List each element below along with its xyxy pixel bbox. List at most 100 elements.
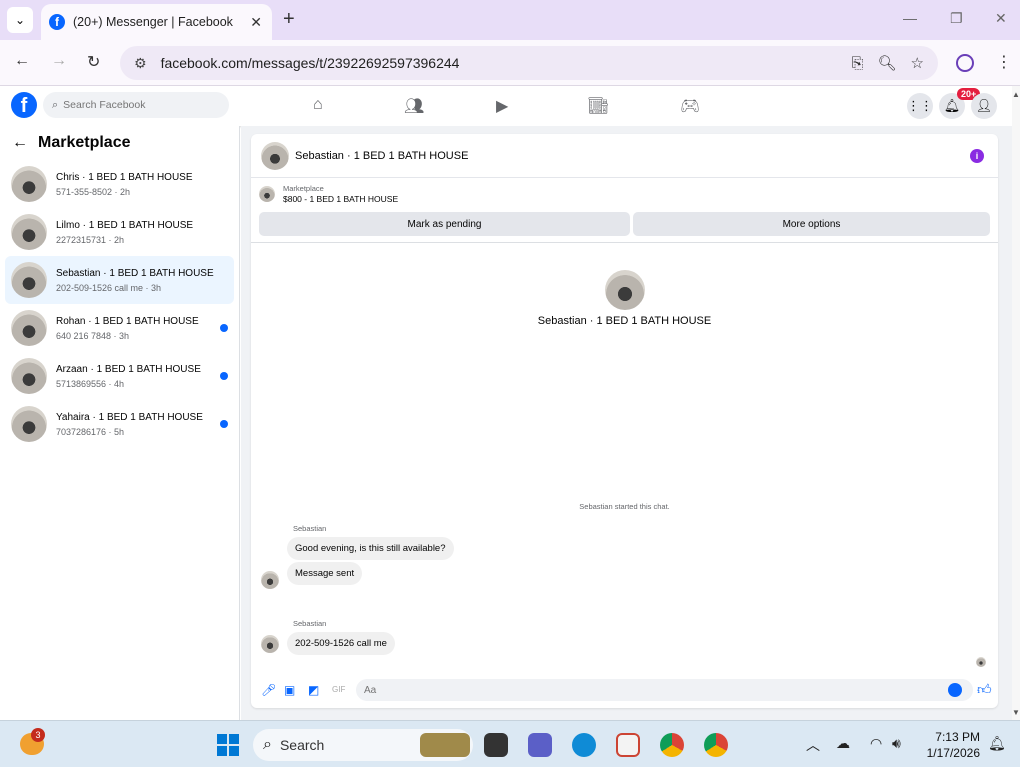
- zoom-icon[interactable]: 🔍︎: [878, 54, 897, 72]
- conversation-name: Yahaira · 1 BED 1 BATH HOUSE: [56, 411, 203, 423]
- task-view-icon[interactable]: [484, 733, 508, 757]
- sender-avatar[interactable]: [261, 635, 279, 653]
- conversation-preview: 7037286176 · 5h: [56, 426, 125, 437]
- thumbs-up-icon[interactable]: 👍︎: [977, 681, 992, 698]
- unread-dot: [220, 372, 228, 380]
- message-bubble[interactable]: Message sent: [287, 562, 363, 585]
- account-avatar[interactable]: 👤︎: [971, 93, 997, 119]
- marketplace-listing[interactable]: Marketplace $800 - 1 BED 1 BATH HOUSE: [259, 184, 398, 204]
- listing-thumbnail: [259, 186, 275, 202]
- tab-search-button[interactable]: ⌄: [7, 7, 33, 33]
- back-arrow-icon[interactable]: ←: [14, 52, 30, 70]
- onedrive-icon[interactable]: ☁: [836, 735, 850, 752]
- taskbar-search-label: Search: [279, 737, 325, 753]
- conversation-item[interactable]: Rohan · 1 BED 1 BATH HOUSE 640 216 7848 ·…: [5, 304, 234, 352]
- page-scrollbar[interactable]: [1012, 86, 1020, 720]
- restore-icon[interactable]: ❐: [950, 10, 963, 27]
- unread-dot: [220, 420, 228, 428]
- contact-name: Sebastian · 1 BED 1 BATH HOUSE: [537, 315, 712, 327]
- clock-time: 7:13 PM: [935, 730, 980, 744]
- microphone-icon[interactable]: 🎤︎: [261, 683, 276, 697]
- gaming-icon[interactable]: 🎮︎: [680, 96, 700, 116]
- video-icon[interactable]: ▶: [496, 96, 508, 116]
- friends-icon[interactable]: 👥︎: [404, 96, 424, 116]
- tray-chevron-icon[interactable]: ︿: [806, 735, 820, 755]
- browser-tab-active[interactable]: f (20+) Messenger | Facebook ✕: [41, 4, 272, 40]
- minimize-icon[interactable]: —: [903, 10, 917, 26]
- message-bubble[interactable]: Good evening, is this still available?: [287, 537, 454, 560]
- snipping-tool-icon[interactable]: [616, 733, 640, 757]
- info-icon[interactable]: i: [970, 149, 984, 163]
- sender-avatar[interactable]: [261, 571, 279, 589]
- tab-close-icon[interactable]: ✕: [250, 14, 262, 31]
- install-app-icon[interactable]: ⎘: [851, 55, 863, 72]
- reload-icon[interactable]: ↻: [87, 52, 100, 72]
- message-input[interactable]: [356, 679, 973, 701]
- clock[interactable]: 7:13 PM 1/17/2026: [920, 729, 980, 761]
- tab-title: (20+) Messenger | Facebook: [73, 15, 233, 29]
- marketplace-label: Marketplace: [283, 184, 324, 193]
- facebook-favicon-icon: f: [49, 14, 65, 30]
- facebook-search[interactable]: ⌕: [43, 92, 229, 118]
- windows-start-icon[interactable]: [217, 734, 239, 756]
- site-info-icon[interactable]: ⚙: [134, 55, 147, 72]
- browser-menu-icon[interactable]: ⋮: [996, 52, 1012, 72]
- message-bubble[interactable]: 202-509-1526 call me: [287, 632, 395, 655]
- more-options-button[interactable]: More options: [633, 212, 990, 236]
- notification-bell-icon[interactable]: 🔔︎: [988, 735, 1006, 752]
- conversation-item[interactable]: Chris · 1 BED 1 BATH HOUSE 571-355-8502 ·…: [5, 160, 234, 208]
- conversation-name: Lilmo · 1 BED 1 BATH HOUSE: [56, 219, 194, 231]
- conversation-name: Sebastian · 1 BED 1 BATH HOUSE: [56, 267, 214, 279]
- back-arrow-icon[interactable]: ←: [12, 134, 28, 152]
- mark-as-pending-button[interactable]: Mark as pending: [259, 212, 630, 236]
- scroll-up-icon[interactable]: ▲: [1012, 90, 1020, 99]
- scroll-down-icon[interactable]: ▼: [1012, 708, 1020, 717]
- forward-arrow-icon[interactable]: →: [51, 52, 67, 70]
- chrome-profile-icon[interactable]: [704, 733, 728, 757]
- chat-title[interactable]: Sebastian · 1 BED 1 BATH HOUSE: [295, 150, 468, 162]
- url-text[interactable]: facebook.com/messages/t/2392269259739624…: [161, 55, 852, 71]
- profile-icon[interactable]: [956, 54, 974, 72]
- edge-icon[interactable]: [572, 733, 596, 757]
- emoji-icon[interactable]: [948, 683, 962, 697]
- bookmark-star-icon[interactable]: ☆: [911, 54, 924, 72]
- photo-icon[interactable]: ▣: [284, 683, 295, 697]
- conversation-avatar: [11, 406, 47, 442]
- divider: [251, 242, 998, 243]
- menu-grid-icon[interactable]: ⋮⋮: [907, 93, 933, 119]
- message-sender: Sebastian: [293, 619, 327, 628]
- chat-started-note: Sebastian started this chat.: [579, 502, 670, 511]
- seen-indicator-avatar: [976, 657, 986, 667]
- new-tab-icon[interactable]: +: [283, 8, 295, 31]
- facebook-search-input[interactable]: [63, 99, 214, 111]
- sticker-icon[interactable]: ◩: [308, 683, 319, 697]
- chrome-icon[interactable]: [660, 733, 684, 757]
- wifi-icon[interactable]: ◠: [870, 735, 882, 752]
- marketplace-sidebar: ← Marketplace Chris · 1 BED 1 BATH HOUSE…: [0, 126, 240, 720]
- facebook-logo-icon[interactable]: f: [11, 92, 37, 118]
- conversation-item[interactable]: Sebastian · 1 BED 1 BATH HOUSE 202-509-15…: [5, 256, 234, 304]
- window-close-icon[interactable]: ✕: [995, 10, 1007, 27]
- clock-date: 1/17/2026: [926, 746, 980, 760]
- unread-dot: [220, 324, 228, 332]
- home-icon[interactable]: ⌂: [313, 96, 323, 114]
- conversation-preview: 640 216 7848 · 3h: [56, 330, 130, 341]
- conversation-name: Chris · 1 BED 1 BATH HOUSE: [56, 171, 193, 183]
- windows-taskbar: 3 ⌕ Search ︿ ☁ ◠ 🔊︎ 7:13 PM 1/17/2026 🔔︎: [0, 720, 1020, 767]
- conversation-item[interactable]: Lilmo · 1 BED 1 BATH HOUSE 2272315731 · 2…: [5, 208, 234, 256]
- conversation-item[interactable]: Arzaan · 1 BED 1 BATH HOUSE 5713869556 · …: [5, 352, 234, 400]
- listing-price: $800 - 1 BED 1 BATH HOUSE: [283, 194, 399, 204]
- conversation-preview: 571-355-8502 · 2h: [56, 186, 131, 197]
- conversation-item[interactable]: Yahaira · 1 BED 1 BATH HOUSE 7037286176 ·…: [5, 400, 234, 448]
- volume-icon[interactable]: 🔊︎: [892, 735, 901, 752]
- gif-icon[interactable]: GIF: [332, 685, 345, 694]
- teams-icon[interactable]: [528, 733, 552, 757]
- conversation-list: Chris · 1 BED 1 BATH HOUSE 571-355-8502 ·…: [0, 160, 239, 448]
- search-icon: ⌕: [263, 736, 272, 753]
- chat-avatar[interactable]: [261, 141, 289, 170]
- conversation-preview: 202-509-1526 call me · 3h: [56, 282, 162, 293]
- search-highlight-image[interactable]: [420, 733, 470, 757]
- contact-avatar[interactable]: [605, 270, 645, 310]
- marketplace-icon[interactable]: 🏬︎: [588, 96, 608, 116]
- omnibox[interactable]: ⚙ facebook.com/messages/t/23922692597396…: [120, 46, 938, 80]
